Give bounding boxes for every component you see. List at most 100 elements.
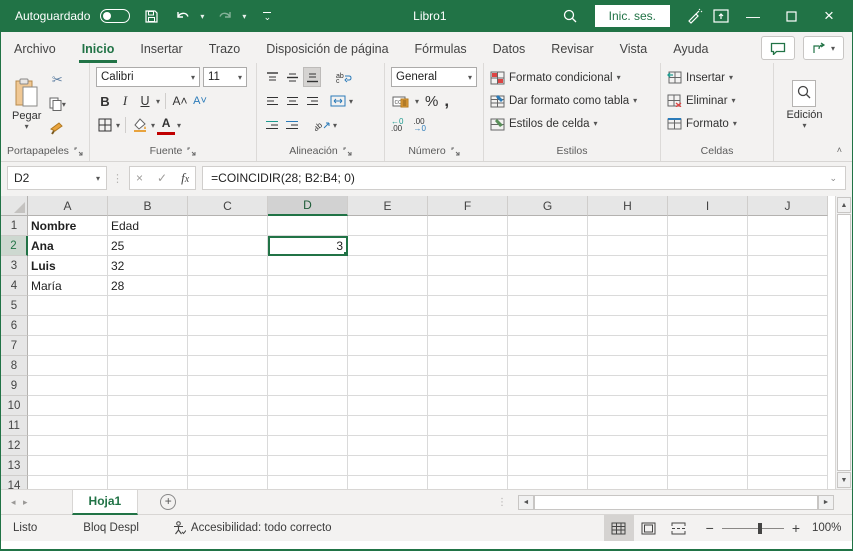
row-header-3[interactable]: 3	[1, 256, 28, 276]
cell-g6[interactable]	[508, 316, 588, 336]
add-sheet-icon[interactable]: +	[160, 494, 177, 510]
cell-a12[interactable]	[28, 436, 108, 456]
cell-g5[interactable]	[508, 296, 588, 316]
cell-h7[interactable]	[588, 336, 668, 356]
cell-h9[interactable]	[588, 376, 668, 396]
column-header-f[interactable]: F	[428, 196, 508, 216]
cell-e7[interactable]	[348, 336, 428, 356]
cell-i2[interactable]	[668, 236, 748, 256]
cell-f10[interactable]	[428, 396, 508, 416]
ribbon-display-options-icon[interactable]	[710, 5, 732, 27]
align-right-icon[interactable]	[303, 91, 321, 111]
cell-b4[interactable]: 28	[108, 276, 188, 296]
cell-a13[interactable]	[28, 456, 108, 476]
orientation-dropdown-icon[interactable]: ▾	[333, 121, 337, 130]
decrease-indent-icon[interactable]	[263, 115, 281, 135]
cut-icon[interactable]: ✂	[48, 70, 66, 90]
cell-j6[interactable]	[748, 316, 828, 336]
cell-e6[interactable]	[348, 316, 428, 336]
cell-g4[interactable]	[508, 276, 588, 296]
sheet-tab-hoja1[interactable]: Hoja1	[71, 489, 139, 515]
cell-e4[interactable]	[348, 276, 428, 296]
row-header-2[interactable]: 2	[1, 236, 28, 256]
share-button[interactable]: ▾	[802, 36, 844, 60]
cell-h11[interactable]	[588, 416, 668, 436]
tab-fórmulas[interactable]: Fórmulas	[402, 36, 480, 63]
cell-b7[interactable]	[108, 336, 188, 356]
cell-grid[interactable]: A B C D E F G H I J 1 Nombre Edad 2 Ana 25 3 3 Luis 32 4 Marí…	[1, 196, 828, 496]
accessibility-status[interactable]: Accesibilidad: todo correcto	[161, 521, 344, 535]
align-center-icon[interactable]	[283, 91, 301, 111]
undo-dropdown-icon[interactable]: ▾	[200, 12, 204, 21]
cell-a3[interactable]: Luis	[28, 256, 108, 276]
tab-revisar[interactable]: Revisar	[538, 36, 606, 63]
minimize-button[interactable]: —	[736, 2, 770, 30]
cell-j8[interactable]	[748, 356, 828, 376]
cell-g3[interactable]	[508, 256, 588, 276]
cell-e11[interactable]	[348, 416, 428, 436]
cell-j2[interactable]	[748, 236, 828, 256]
scroll-left-icon[interactable]: ◄	[518, 494, 534, 510]
cell-g7[interactable]	[508, 336, 588, 356]
cell-b2[interactable]: 25	[108, 236, 188, 256]
dialog-launcher-icon[interactable]	[74, 147, 83, 156]
cell-h1[interactable]	[588, 216, 668, 236]
cell-f5[interactable]	[428, 296, 508, 316]
cell-b10[interactable]	[108, 396, 188, 416]
cell-c7[interactable]	[188, 336, 268, 356]
wrap-text-icon[interactable]: ab c	[335, 67, 353, 87]
close-button[interactable]: ×	[812, 2, 846, 30]
search-icon[interactable]	[559, 5, 581, 27]
format-as-table-button[interactable]: Dar formato como tabla ▾	[488, 90, 656, 111]
cell-g9[interactable]	[508, 376, 588, 396]
cell-a2[interactable]: Ana	[28, 236, 108, 256]
column-header-c[interactable]: C	[188, 196, 268, 216]
vertical-scroll-thumb[interactable]	[837, 214, 851, 471]
column-header-i[interactable]: I	[668, 196, 748, 216]
cell-c9[interactable]	[188, 376, 268, 396]
cell-d8[interactable]	[268, 356, 348, 376]
cell-c4[interactable]	[188, 276, 268, 296]
cell-a9[interactable]	[28, 376, 108, 396]
align-left-icon[interactable]	[263, 91, 281, 111]
tab-disposición-de-página[interactable]: Disposición de página	[253, 36, 401, 63]
save-icon[interactable]	[140, 5, 162, 27]
scroll-down-icon[interactable]: ▼	[837, 472, 851, 488]
row-header-10[interactable]: 10	[1, 396, 28, 416]
decrease-decimal-button[interactable]: .00 →0	[413, 118, 425, 133]
row-header-5[interactable]: 5	[1, 296, 28, 316]
dialog-launcher-icon[interactable]	[451, 147, 460, 156]
cell-e10[interactable]	[348, 396, 428, 416]
cell-f6[interactable]	[428, 316, 508, 336]
orientation-icon[interactable]: ab	[313, 115, 331, 135]
cell-a1[interactable]: Nombre	[28, 216, 108, 236]
cell-f3[interactable]	[428, 256, 508, 276]
cell-d13[interactable]	[268, 456, 348, 476]
cell-b12[interactable]	[108, 436, 188, 456]
cell-f13[interactable]	[428, 456, 508, 476]
cell-c8[interactable]	[188, 356, 268, 376]
row-header-7[interactable]: 7	[1, 336, 28, 356]
cell-h8[interactable]	[588, 356, 668, 376]
cell-h10[interactable]	[588, 396, 668, 416]
accounting-format-icon[interactable]: cc	[391, 91, 409, 111]
horizontal-scrollbar[interactable]: ◄ ►	[518, 494, 834, 511]
cell-e3[interactable]	[348, 256, 428, 276]
cell-i12[interactable]	[668, 436, 748, 456]
align-middle-icon[interactable]	[283, 67, 301, 87]
cell-i6[interactable]	[668, 316, 748, 336]
cell-a7[interactable]	[28, 336, 108, 356]
formula-bar-splitter[interactable]: ⋮	[107, 172, 129, 185]
scroll-right-icon[interactable]: ►	[818, 494, 834, 510]
cell-i7[interactable]	[668, 336, 748, 356]
cell-c2[interactable]	[188, 236, 268, 256]
borders-dropdown-icon[interactable]: ▾	[116, 121, 120, 130]
cell-g13[interactable]	[508, 456, 588, 476]
customize-toolbar-icon[interactable]: ⌄	[256, 5, 278, 27]
font-name-select[interactable]: Calibri ▾	[96, 67, 200, 87]
cell-b3[interactable]: 32	[108, 256, 188, 276]
cell-c13[interactable]	[188, 456, 268, 476]
cell-j11[interactable]	[748, 416, 828, 436]
collapse-ribbon-icon[interactable]: ˄	[837, 145, 842, 155]
cell-g12[interactable]	[508, 436, 588, 456]
